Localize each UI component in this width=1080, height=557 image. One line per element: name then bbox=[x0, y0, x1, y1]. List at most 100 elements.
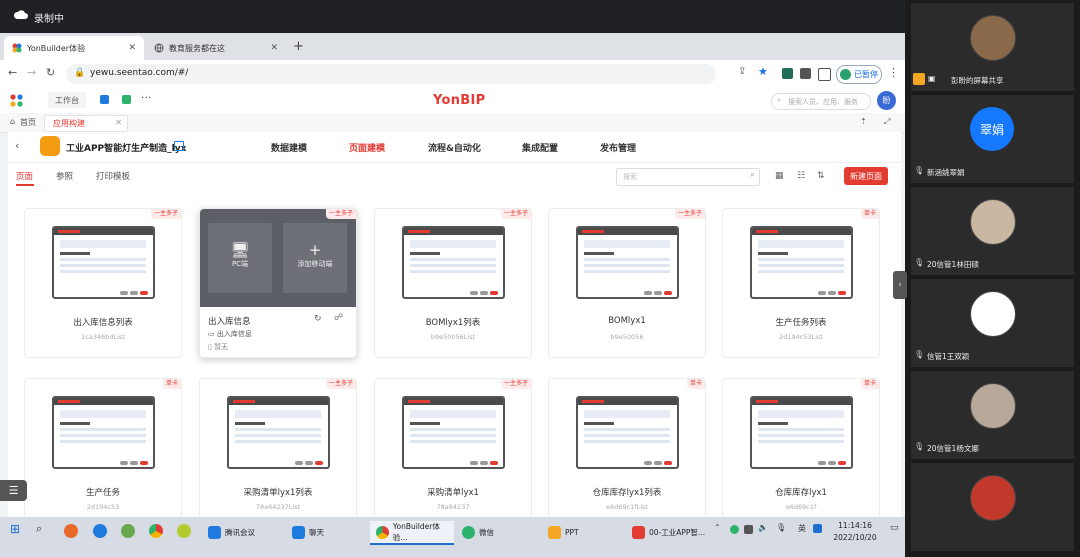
list-toggle-icon[interactable]: ☰ bbox=[0, 480, 27, 501]
profile-button[interactable]: 已暂停 bbox=[836, 65, 882, 84]
workbench-button[interactable]: 工作台 bbox=[48, 92, 86, 108]
page-card[interactable]: 单卡 仓库库存lyx1 e6d69c1f bbox=[722, 378, 880, 517]
volume-icon[interactable]: 🔈 bbox=[758, 523, 768, 532]
taskbar-app-label: 微信 bbox=[479, 527, 494, 537]
page-card[interactable]: 一主多子 BOMlyx1列表 b9e50056List bbox=[374, 208, 532, 358]
participant-tile[interactable]: 🎙 20信管1杨文娜 bbox=[911, 371, 1074, 459]
back-icon[interactable]: ← bbox=[8, 66, 17, 79]
firefox-icon[interactable] bbox=[64, 524, 78, 538]
taskbar-app-chat[interactable]: 聊天 bbox=[286, 521, 366, 543]
edit-title-icon[interactable] bbox=[174, 141, 184, 151]
wechat-tray-icon[interactable] bbox=[730, 525, 739, 534]
menu-data-modeling[interactable]: 数据建模 bbox=[271, 141, 307, 154]
chrome-icon[interactable] bbox=[149, 524, 163, 538]
refresh-icon[interactable]: ↻ bbox=[314, 314, 322, 324]
panel-expand-handle[interactable]: › bbox=[893, 271, 907, 299]
taskbar-app-tencent-meeting[interactable]: 腾讯会议 bbox=[202, 521, 282, 543]
reload-icon[interactable]: ↻ bbox=[46, 66, 55, 79]
page-card[interactable]: 单卡 仓库库存lyx1列表 e6d69c1fList bbox=[548, 378, 706, 517]
participant-tile[interactable]: ▣ 彭盼的屏幕共享 bbox=[911, 3, 1074, 91]
more-actions-icon[interactable]: ☍ bbox=[334, 313, 343, 323]
browser-tab-education[interactable]: 教育服务都在这 ✕ bbox=[146, 36, 286, 60]
bookmark-star-icon[interactable]: ★ bbox=[758, 65, 768, 78]
taskbar-app-ppt[interactable]: PPT bbox=[542, 521, 624, 543]
menu-kebab-icon[interactable]: ⋮ bbox=[888, 66, 899, 79]
card-pc-info: ▭ 出入库信息 bbox=[208, 329, 252, 339]
address-bar[interactable]: 🔒 yewu.seentao.com/#/ bbox=[66, 64, 716, 84]
page-card[interactable]: 一主多子 采购清单lyx1 78a64237 bbox=[374, 378, 532, 517]
wps-icon bbox=[632, 525, 645, 539]
page-search-input[interactable]: 搜索 ⌕ bbox=[616, 168, 760, 186]
apps-icon[interactable] bbox=[100, 95, 109, 104]
page-card[interactable]: 🖥 PC端 + 添加移动端 一主多子 出入库信息 ↻ ☍ ▭ 出入库信息 ▯ 暂无 bbox=[199, 208, 357, 358]
user-avatar[interactable]: 盼 bbox=[877, 91, 896, 110]
card-code: 78a64237List bbox=[255, 503, 301, 511]
browser-icon[interactable] bbox=[121, 524, 135, 538]
sidebar-icon[interactable] bbox=[818, 68, 831, 81]
extension-icon[interactable] bbox=[782, 68, 793, 79]
grid-view-icon[interactable]: ▦ bbox=[775, 171, 784, 181]
more-icon[interactable]: ··· bbox=[141, 91, 152, 104]
page-card[interactable]: 单卡 生产任务列表 2d194c53List bbox=[722, 208, 880, 358]
edge-icon[interactable] bbox=[93, 524, 107, 538]
sort-icon[interactable]: ⇅ bbox=[817, 171, 825, 181]
message-icon[interactable] bbox=[122, 95, 131, 104]
page-thumbnail bbox=[750, 396, 853, 469]
tray-icon[interactable] bbox=[744, 525, 753, 534]
tab-app-builder[interactable]: 应用构建 ✕ bbox=[44, 115, 128, 132]
taskbar-app-wechat[interactable]: 微信 bbox=[456, 521, 540, 543]
thumbnail-header bbox=[54, 398, 153, 405]
search-icon[interactable]: ⌕ bbox=[36, 522, 42, 536]
close-tab-icon[interactable]: ✕ bbox=[270, 43, 278, 53]
menu-page-modeling[interactable]: 页面建模 bbox=[349, 141, 385, 154]
collapse-icon[interactable]: ⇡ bbox=[860, 117, 867, 126]
input-language[interactable]: 英 bbox=[798, 523, 806, 534]
close-icon[interactable]: ✕ bbox=[115, 118, 122, 127]
taskbar-app-chrome[interactable]: YonBuilder体验... bbox=[370, 521, 454, 545]
app-icon[interactable] bbox=[177, 524, 191, 538]
microphone-icon[interactable]: 🎙 bbox=[776, 523, 786, 532]
new-page-button[interactable]: 新建页面 bbox=[844, 167, 888, 185]
browser-tab-yonbuilder[interactable]: YonBuilder体验 ✕ bbox=[4, 36, 144, 60]
windows-start-icon[interactable]: ⊞ bbox=[10, 522, 20, 536]
close-tab-icon[interactable]: ✕ bbox=[128, 43, 136, 53]
thumbnail-line bbox=[758, 428, 844, 431]
tab-print-templates[interactable]: 打印模板 bbox=[96, 170, 130, 182]
system-clock[interactable]: 11:14:16 2022/10/20 bbox=[825, 520, 885, 544]
page-card[interactable]: 单卡 生产任务 2d194c53 bbox=[24, 378, 182, 517]
home-icon[interactable]: ⌂ bbox=[10, 117, 15, 126]
card-code: 1ca346bdList bbox=[81, 333, 125, 341]
participant-tile[interactable]: 🎙 20信管1林田硕 bbox=[911, 187, 1074, 275]
global-search-input[interactable]: ⌕ 搜索人员、应用、服务 bbox=[771, 93, 871, 110]
tab-references[interactable]: 参照 bbox=[56, 170, 73, 182]
participant-tile[interactable]: 翠娟 🎙 新涵姚翠娟 bbox=[911, 95, 1074, 183]
puzzle-icon[interactable] bbox=[800, 68, 811, 79]
ime-icon[interactable] bbox=[813, 524, 822, 533]
fullscreen-icon[interactable]: ⤢ bbox=[884, 117, 890, 127]
back-chevron-icon[interactable]: ‹ bbox=[15, 139, 19, 152]
taskbar-app-wps[interactable]: 00-工业APP智... bbox=[626, 521, 710, 543]
page-card[interactable]: 一主多子 采购清单lyx1列表 78a64237List bbox=[199, 378, 357, 517]
add-mobile-button[interactable]: + 添加移动端 bbox=[283, 223, 347, 293]
list-view-icon[interactable]: ☷ bbox=[797, 171, 805, 181]
home-link[interactable]: 首页 bbox=[20, 117, 36, 128]
participant-tile[interactable] bbox=[911, 463, 1074, 551]
forward-icon[interactable]: → bbox=[27, 66, 36, 79]
notification-icon[interactable]: ▭ bbox=[890, 523, 899, 533]
menu-process-automation[interactable]: 流程&自动化 bbox=[428, 141, 481, 154]
folder-icon bbox=[548, 525, 561, 539]
menu-release-management[interactable]: 发布管理 bbox=[600, 141, 636, 154]
app-grid-logo-icon[interactable] bbox=[10, 94, 24, 108]
pc-design-button[interactable]: 🖥 PC端 bbox=[208, 223, 272, 293]
new-tab-button[interactable]: + bbox=[293, 39, 304, 54]
tray-chevron-icon[interactable]: ⌃ bbox=[714, 523, 721, 532]
page-card[interactable]: 一主多子 出入库信息列表 1ca346bdList bbox=[24, 208, 182, 358]
thumbnail-line bbox=[410, 270, 496, 273]
tab-pages[interactable]: 页面 bbox=[16, 170, 33, 182]
participant-tile[interactable]: 🎙 信管1王双颖 bbox=[911, 279, 1074, 367]
card-name: 生产任务列表 bbox=[775, 318, 827, 328]
share-icon[interactable]: ⇪ bbox=[738, 66, 746, 77]
page-card[interactable]: 一主多子 BOMlyx1 b9e50056 bbox=[548, 208, 706, 358]
tencent-meeting-icon bbox=[208, 525, 221, 539]
menu-integration-config[interactable]: 集成配置 bbox=[522, 141, 558, 154]
